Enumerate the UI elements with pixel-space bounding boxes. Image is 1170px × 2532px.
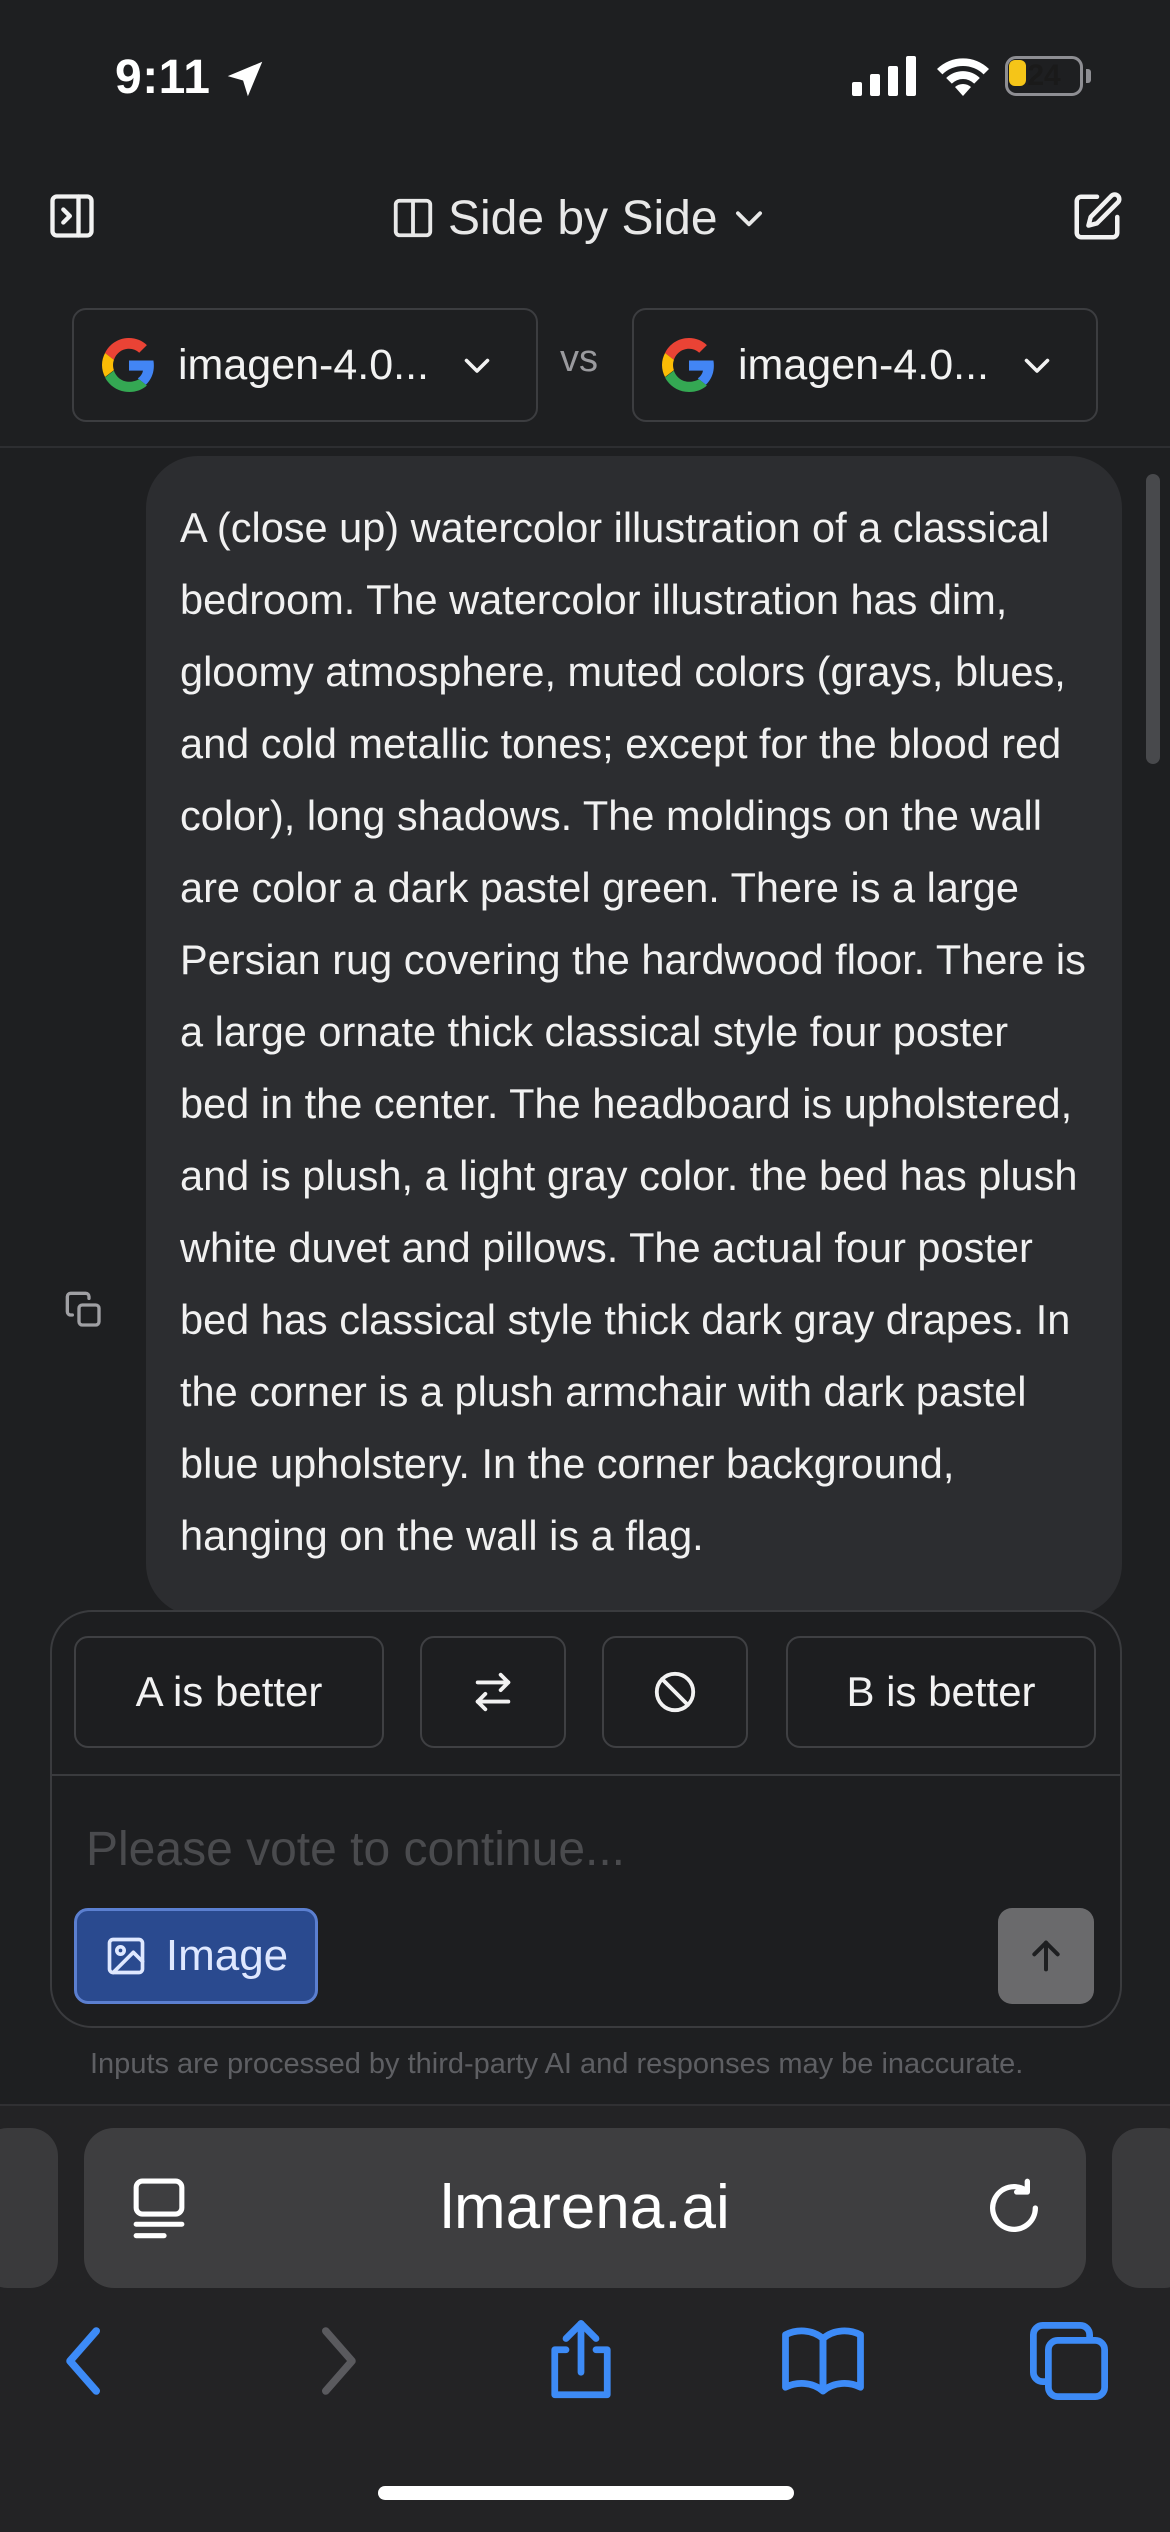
google-logo-icon bbox=[662, 338, 714, 392]
edit-icon[interactable] bbox=[1070, 190, 1124, 244]
mode-title: Side by Side bbox=[448, 191, 718, 245]
page-menu-icon[interactable] bbox=[128, 2176, 190, 2242]
disclaimer-text: Inputs are processed by third-party AI a… bbox=[90, 2048, 1024, 2080]
tabs-icon[interactable] bbox=[1024, 2316, 1114, 2406]
previous-tab-preview[interactable] bbox=[0, 2128, 58, 2288]
header-divider bbox=[0, 446, 1170, 448]
share-icon[interactable] bbox=[536, 2316, 626, 2406]
vote-divider bbox=[52, 1774, 1120, 1776]
model-b-name: imagen-4.0... bbox=[738, 340, 989, 389]
prompt-bubble: A (close up) watercolor illustration of … bbox=[146, 456, 1122, 1616]
send-button[interactable] bbox=[998, 1908, 1094, 2004]
message-input[interactable]: Please vote to continue... bbox=[86, 1822, 625, 1877]
battery-percentage: 24 bbox=[1027, 59, 1061, 92]
sidebar-toggle-icon[interactable] bbox=[46, 190, 98, 242]
chevron-down-icon bbox=[464, 358, 490, 373]
split-view-icon bbox=[393, 198, 433, 238]
location-arrow-icon bbox=[227, 61, 263, 97]
vs-label: vs bbox=[560, 338, 598, 380]
swap-arrows-icon bbox=[475, 1672, 511, 1712]
copy-icon[interactable] bbox=[64, 1290, 104, 1330]
tie-button[interactable] bbox=[420, 1636, 566, 1748]
bookmarks-icon[interactable] bbox=[778, 2316, 868, 2406]
status-time: 9:11 bbox=[115, 51, 211, 104]
scrollbar-thumb[interactable] bbox=[1146, 474, 1160, 764]
image-button-label: Image bbox=[165, 1931, 289, 1980]
both-bad-button[interactable] bbox=[602, 1636, 748, 1748]
image-icon bbox=[107, 1937, 145, 1975]
model-a-selector[interactable]: imagen-4.0... bbox=[72, 308, 538, 422]
model-b-selector[interactable]: imagen-4.0... bbox=[632, 308, 1098, 422]
battery-icon: 24 bbox=[1005, 56, 1091, 96]
home-indicator bbox=[378, 2486, 794, 2500]
url-text[interactable]: lmarena.ai bbox=[84, 2128, 1086, 2288]
arrow-up-icon bbox=[1032, 1940, 1060, 1972]
model-a-name: imagen-4.0... bbox=[178, 340, 429, 389]
a-is-better-button[interactable]: A is better bbox=[74, 1636, 384, 1748]
wifi-icon bbox=[937, 58, 989, 96]
chevron-down-icon bbox=[1024, 358, 1050, 373]
b-is-better-button[interactable]: B is better bbox=[786, 1636, 1096, 1748]
next-tab-preview[interactable] bbox=[1112, 2128, 1170, 2288]
cellular-signal-icon bbox=[852, 56, 916, 96]
ban-icon bbox=[654, 1671, 696, 1713]
prompt-text: A (close up) watercolor illustration of … bbox=[180, 504, 1086, 1559]
back-icon[interactable] bbox=[40, 2316, 130, 2406]
reload-icon[interactable] bbox=[982, 2176, 1046, 2240]
mode-selector[interactable]: Side by Side bbox=[390, 190, 768, 246]
chevron-down-icon bbox=[735, 211, 762, 227]
image-mode-button[interactable]: Image bbox=[74, 1908, 318, 2004]
google-logo-icon bbox=[102, 338, 154, 392]
forward-icon[interactable] bbox=[292, 2316, 382, 2406]
